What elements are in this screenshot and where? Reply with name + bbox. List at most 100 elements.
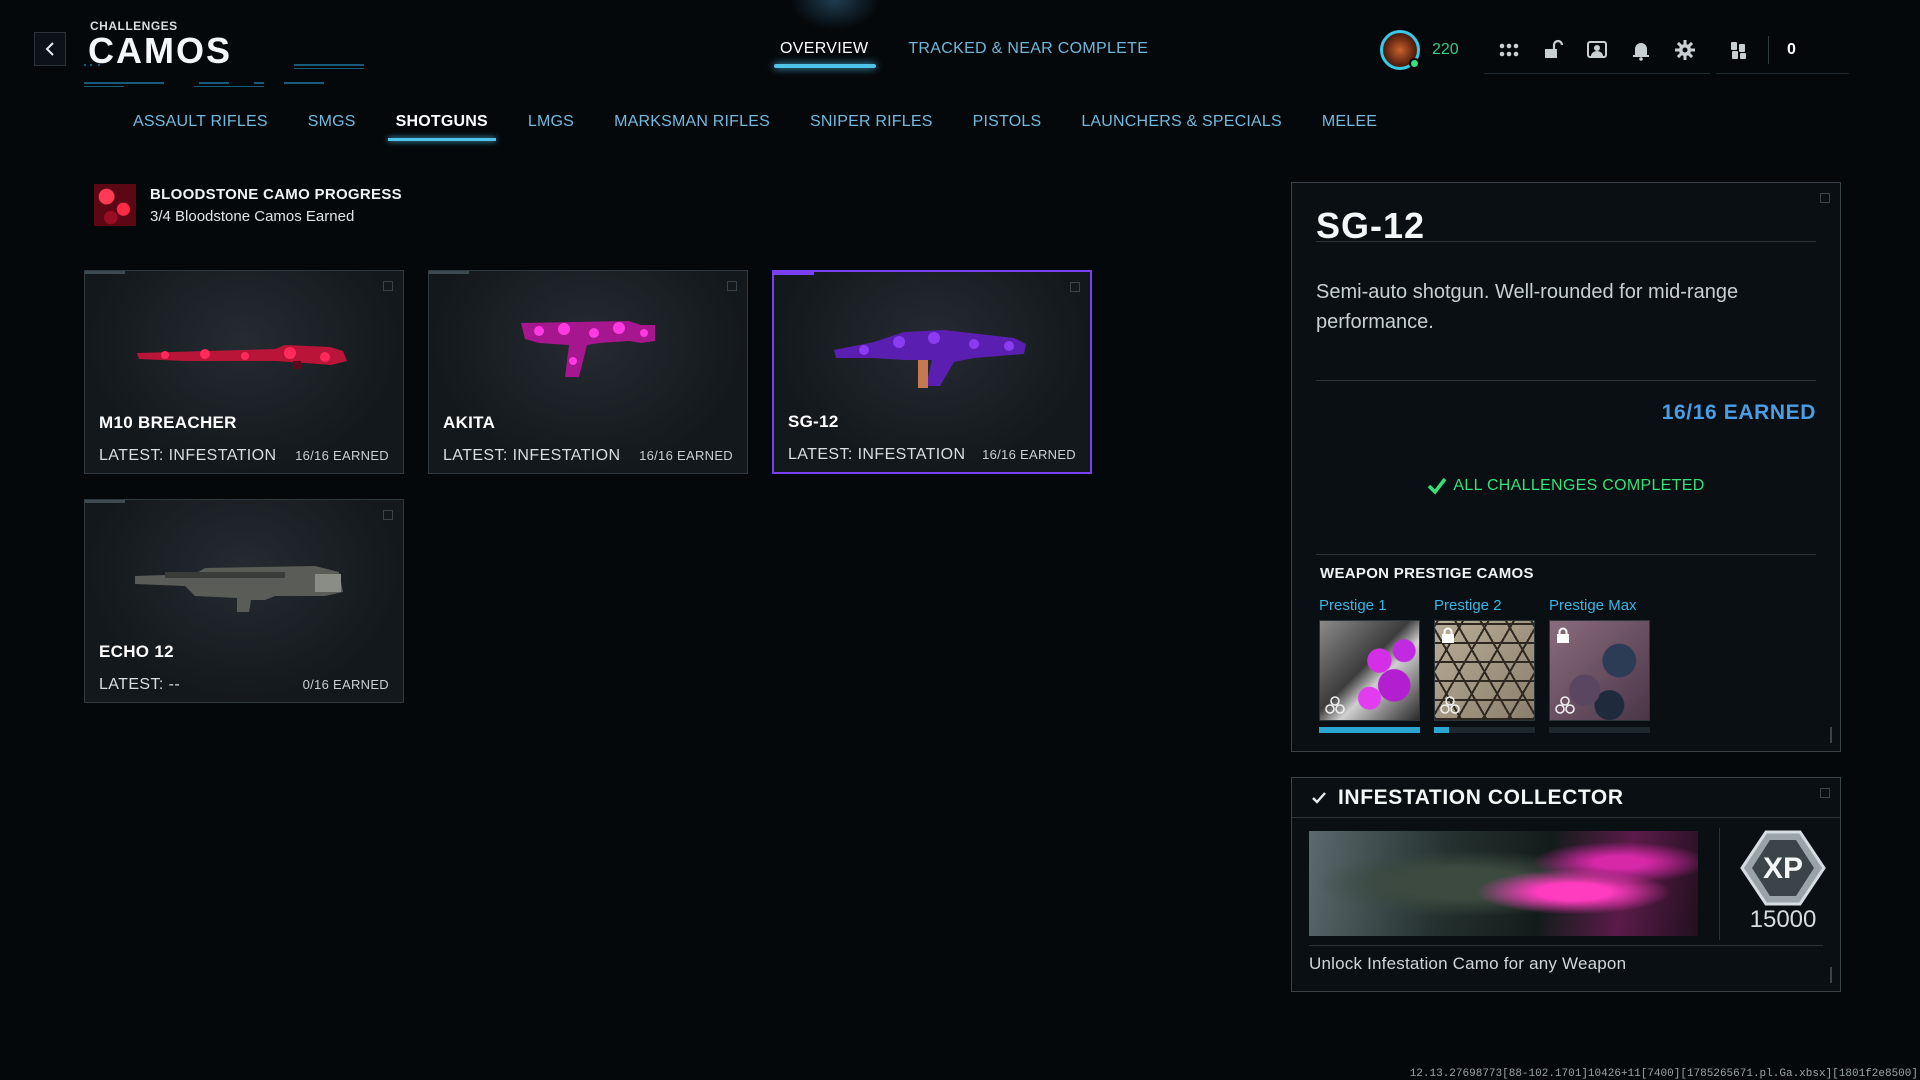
bloodstone-camo-swatch [94,184,136,226]
reward-header: INFESTATION COLLECTOR [1292,778,1840,818]
biohazard-icon [1325,696,1345,714]
divider [1316,554,1816,555]
prestige-progress-bar [1319,727,1420,733]
tab-sniper-rifles[interactable]: SNIPER RIFLES [810,113,933,131]
camo-progress: BLOODSTONE CAMO PROGRESS 3/4 Bloodstone … [94,184,402,226]
build-info: 12.13.27698773[88-102.1701]10426+11[7400… [1409,1068,1918,1080]
tab-glow [790,0,880,30]
tab-smgs[interactable]: SMGS [308,113,356,131]
card-corner-mark [85,271,125,274]
tab-shotguns[interactable]: SHOTGUNS [387,113,497,141]
weapon-latest-camo: LATEST: INFESTATION [99,447,277,464]
checkmark-icon [1312,791,1326,804]
weapon-card-echo-12[interactable]: ECHO 12 LATEST: -- 0/16 EARNED [84,499,404,703]
akita-image [521,321,655,377]
completion-status-text: ALL CHALLENGES COMPLETED [1453,477,1705,494]
grid-menu-icon[interactable] [1498,39,1520,61]
chevron-left-icon [45,42,54,56]
weapon-card-m10-breacher[interactable]: M10 BREACHER LATEST: INFESTATION 16/16 E… [84,270,404,474]
progress-subtitle: 3/4 Bloodstone Camos Earned [150,207,355,225]
notification-bell-icon[interactable] [1630,39,1652,61]
prestige-camos-title: WEAPON PRESTIGE CAMOS [1320,565,1534,582]
pin-icon [1070,282,1080,292]
prestige-camo-max[interactable]: Prestige Max [1549,597,1650,733]
prestige-max-camo-image [1549,620,1650,721]
svg-text:XP: XP [1763,852,1803,885]
player-level: 220 [1432,41,1459,58]
weapon-earned: 16/16 EARNED [982,447,1076,462]
prestige-camos: Prestige 1 Prestige 2 Prestige Max [1319,597,1650,733]
currency-display[interactable]: 0 [1716,26,1849,74]
weapon-detail-panel: SG-12 Semi-auto shotgun. Well-rounded fo… [1291,182,1841,752]
card-corner-mark [774,272,814,275]
prestige-1-camo-image [1319,620,1420,721]
tab-tracked-near-complete[interactable]: TRACKED & NEAR COMPLETE [908,40,1148,66]
weapon-earned: 16/16 EARNED [295,448,389,463]
pin-icon [1820,193,1830,203]
weapon-latest-camo: LATEST: -- [99,676,181,693]
m10-breacher-image [137,345,347,369]
currency-separator [1768,35,1769,64]
biohazard-icon [1440,696,1460,714]
prestige-label: Prestige 2 [1434,597,1502,614]
xp-badge-icon: XP [1740,830,1826,906]
detail-description: Semi-auto shotgun. Well-rounded for mid-… [1316,281,1739,333]
biohazard-icon [1555,696,1575,714]
weapon-name: ECHO 12 [99,642,174,661]
pin-icon [727,281,737,291]
xp-reward-value: 15000 [1749,906,1817,933]
prestige-2-camo-image [1434,620,1535,721]
reward-title: INFESTATION COLLECTOR [1338,785,1624,809]
tab-lmgs[interactable]: LMGS [528,113,574,131]
progress-title: BLOODSTONE CAMO PROGRESS [150,185,402,203]
gear-icon[interactable] [1674,39,1696,61]
prestige-label: Prestige 1 [1319,597,1387,614]
tab-launchers-specials[interactable]: LAUNCHERS & SPECIALS [1081,113,1282,131]
resize-handle [1826,967,1832,983]
category-tabs: ASSAULT RIFLES SMGS SHOTGUNS LMGS MARKSM… [133,113,1377,141]
top-icons [1484,26,1710,74]
top-tabs: OVERVIEW TRACKED & NEAR COMPLETE [773,40,1148,68]
lock-icon [1557,627,1569,643]
tab-pistols[interactable]: PISTOLS [973,113,1042,131]
online-status-dot [1409,58,1420,69]
player-avatar[interactable] [1380,30,1420,70]
card-corner-mark [85,500,125,503]
weapon-name: SG-12 [788,412,839,431]
tab-marksman-rifles[interactable]: MARKSMAN RIFLES [614,113,770,131]
echo-12-image [135,566,343,612]
divider [1719,828,1720,940]
completion-status: ALL CHALLENGES COMPLETED [1292,477,1840,495]
unlock-icon[interactable] [1542,39,1564,61]
tab-assault-rifles[interactable]: ASSAULT RIFLES [133,113,268,131]
title-decoration [84,64,364,87]
divider [1309,945,1823,946]
status-area: 220 0 [1380,26,1849,74]
checkmark-icon [1428,477,1447,495]
sg-12-image [834,330,1026,388]
reward-panel: INFESTATION COLLECTOR XP 15000 Unlock In… [1291,777,1841,992]
weapon-name: AKITA [443,413,496,432]
prestige-camo-1[interactable]: Prestige 1 [1319,597,1420,733]
card-corner-mark [429,271,469,274]
social-icon[interactable] [1586,39,1608,61]
weapon-name: M10 BREACHER [99,413,237,432]
back-button[interactable] [34,32,66,66]
pin-icon [383,281,393,291]
currency-amount: 0 [1787,40,1796,58]
prestige-progress-bar [1549,727,1650,733]
infestation-reward-image [1309,831,1698,936]
weapon-card-akita[interactable]: AKITA LATEST: INFESTATION 16/16 EARNED [428,270,748,474]
currency-icon [1728,39,1750,61]
prestige-camo-2[interactable]: Prestige 2 [1434,597,1535,733]
pin-icon [383,510,393,520]
divider [1316,241,1816,242]
weapon-earned: 0/16 EARNED [302,677,389,692]
weapon-earned: 16/16 EARNED [639,448,733,463]
tab-overview[interactable]: OVERVIEW [773,40,877,68]
weapon-latest-camo: LATEST: INFESTATION [788,446,966,463]
prestige-progress-bar [1434,727,1535,733]
tab-melee[interactable]: MELEE [1322,113,1377,131]
weapon-card-sg-12[interactable]: SG-12 LATEST: INFESTATION 16/16 EARNED [772,270,1092,474]
weapon-latest-camo: LATEST: INFESTATION [443,447,621,464]
